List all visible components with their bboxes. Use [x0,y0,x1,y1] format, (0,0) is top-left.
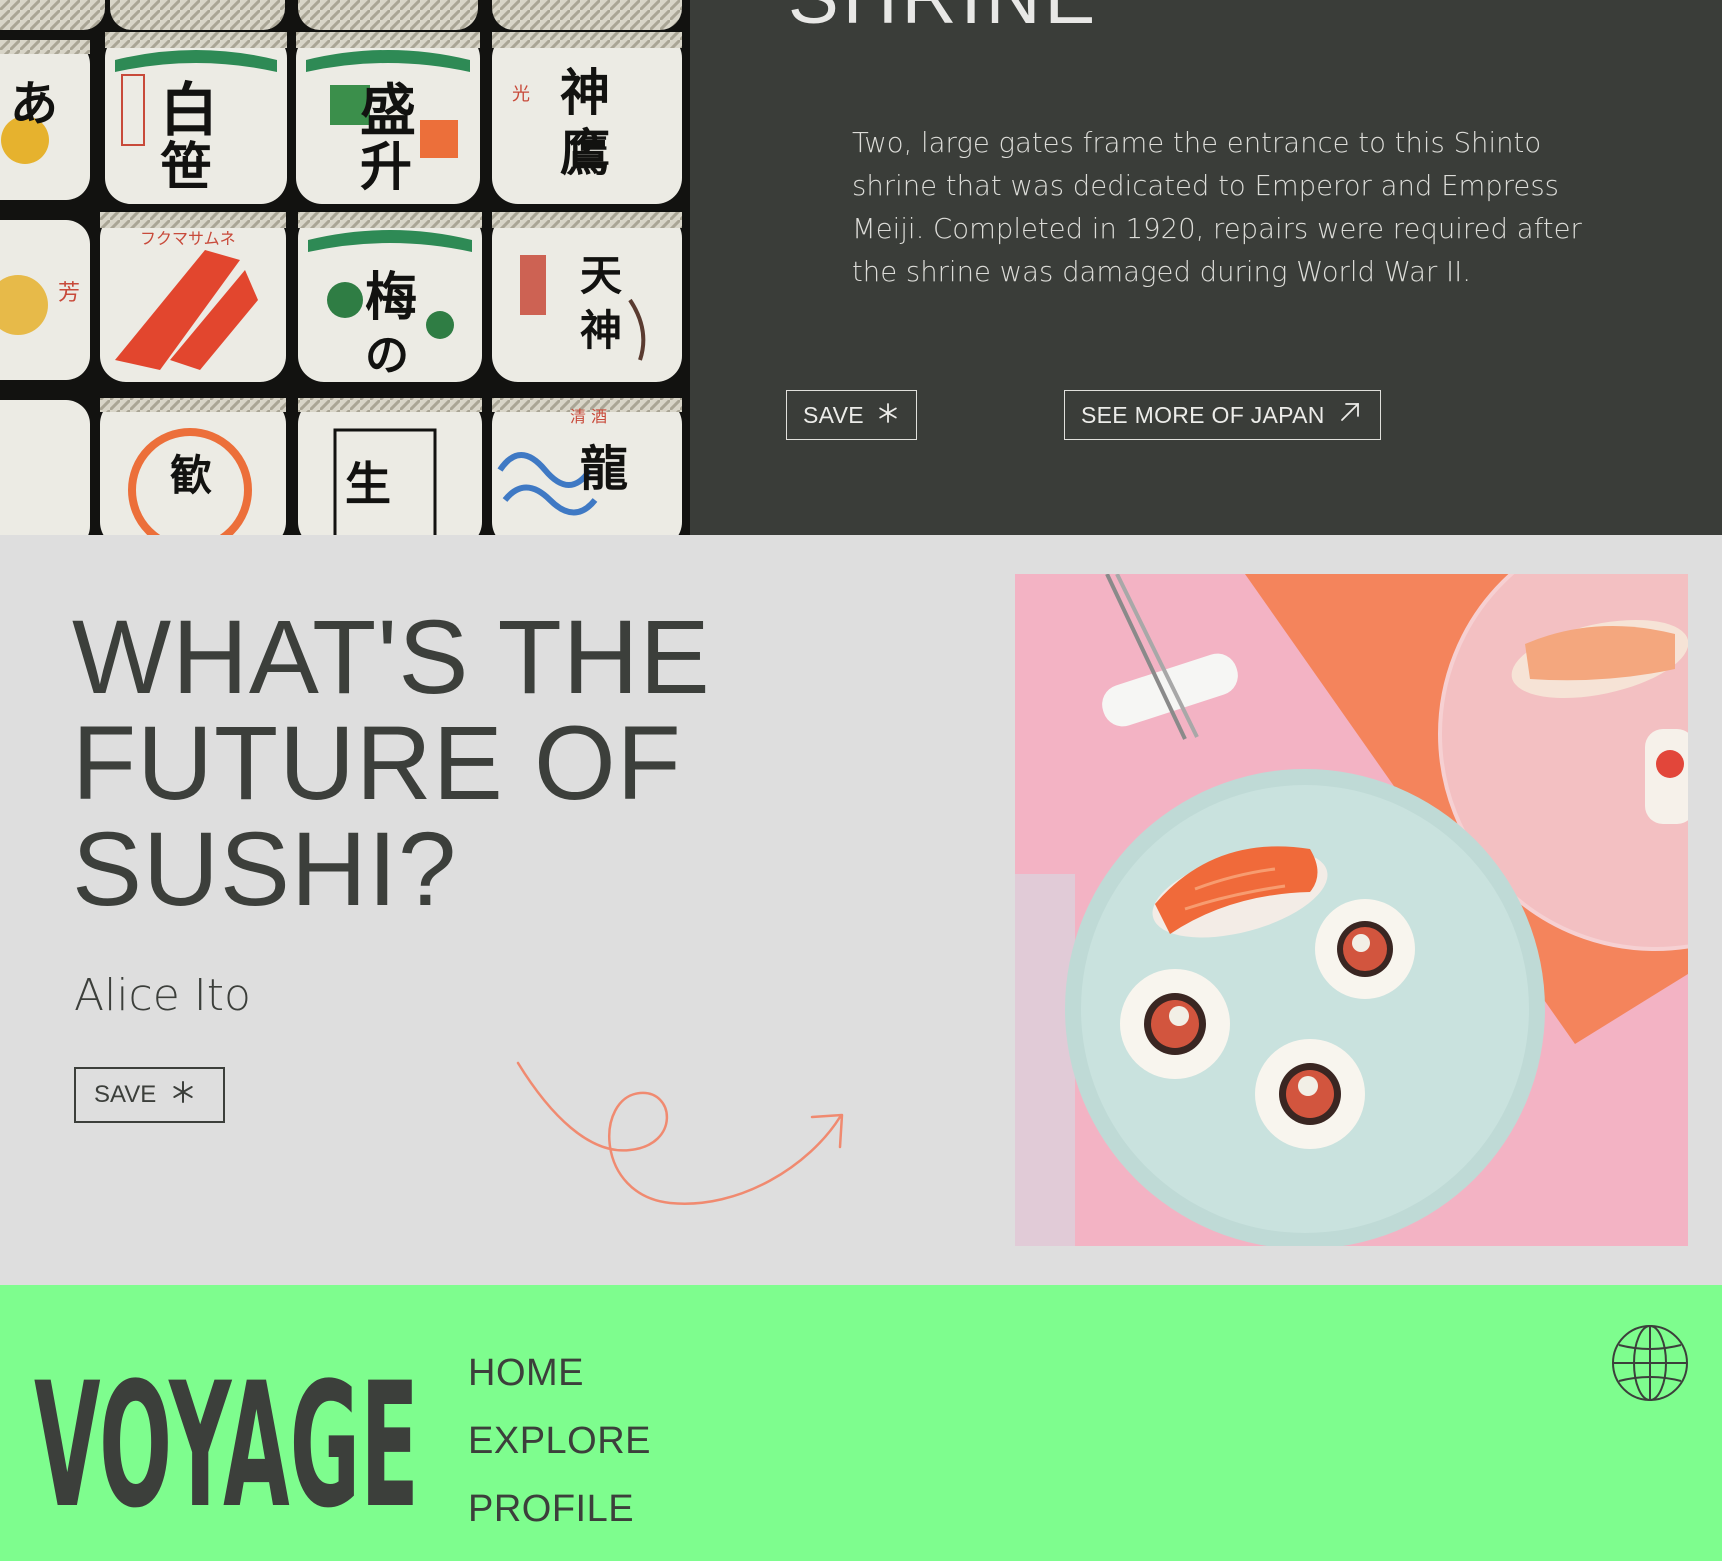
svg-text:天: 天 [580,251,622,300]
article-headline[interactable]: WHAT'S THE FUTURE OF SUSHI? [72,605,872,923]
svg-text:龍: 龍 [580,441,628,497]
nav-profile[interactable]: PROFILE [468,1475,651,1543]
article-author: Alice Ito [74,970,251,1021]
svg-text:フクマサムネ: フクマサムネ [140,229,236,248]
sake-barrels-photo: あ 白 笹 盛 升 神 鷹 光 芳 フクマサムネ 梅 の 天 神 歓 生 龍 清… [0,0,690,535]
see-more-japan-button[interactable]: SEE MORE OF JAPAN [1064,390,1381,440]
svg-text:生: 生 [345,457,391,511]
svg-text:あ: あ [10,76,58,132]
svg-text:清 酒: 清 酒 [570,407,607,426]
logo-text: VOYAGE [34,1345,419,1520]
footer: VOYAGE HOME EXPLORE PROFILE [0,1285,1722,1561]
asterisk-icon [878,402,898,429]
svg-text:の: の [365,330,409,381]
shrine-title: SHRINE [788,0,1099,36]
see-more-label: SEE MORE OF JAPAN [1081,401,1325,428]
svg-text:歓: 歓 [170,451,212,500]
shrine-save-button[interactable]: SAVE [786,390,917,440]
svg-text:神: 神 [560,63,610,122]
shrine-section: あ 白 笹 盛 升 神 鷹 光 芳 フクマサムネ 梅 の 天 神 歓 生 龍 清… [0,0,1722,535]
svg-text:芳: 芳 [58,281,80,306]
svg-text:光: 光 [512,84,530,105]
headline-line-2: FUTURE OF [72,705,682,822]
globe-icon[interactable] [1610,1323,1690,1408]
save-label: SAVE [803,401,864,428]
headline-line-1: WHAT'S THE [72,599,711,716]
footer-nav: HOME EXPLORE PROFILE [468,1339,651,1543]
sushi-plate-photo [1015,574,1688,1246]
headline-line-3: SUSHI? [72,811,458,928]
svg-text:梅: 梅 [365,267,417,328]
svg-text:升: 升 [360,137,412,198]
sushi-article-card: WHAT'S THE FUTURE OF SUSHI? Alice Ito SA… [0,535,1722,1285]
swirl-arrow-decoration [516,1061,844,1205]
svg-text:神: 神 [580,306,622,355]
svg-text:白: 白 [160,76,218,144]
save-label: SAVE [94,1081,157,1108]
voyage-logo[interactable]: VOYAGE [34,1325,424,1546]
arrow-up-right-icon [1339,401,1361,429]
svg-text:笹: 笹 [160,137,212,198]
svg-text:鷹: 鷹 [560,123,610,182]
article-save-button[interactable]: SAVE [74,1067,225,1123]
asterisk-icon [172,1080,194,1110]
svg-text:盛: 盛 [360,78,416,144]
shrine-description: Two, large gates frame the entrance to t… [852,127,1582,288]
nav-home[interactable]: HOME [468,1339,651,1407]
nav-explore[interactable]: EXPLORE [468,1407,651,1475]
